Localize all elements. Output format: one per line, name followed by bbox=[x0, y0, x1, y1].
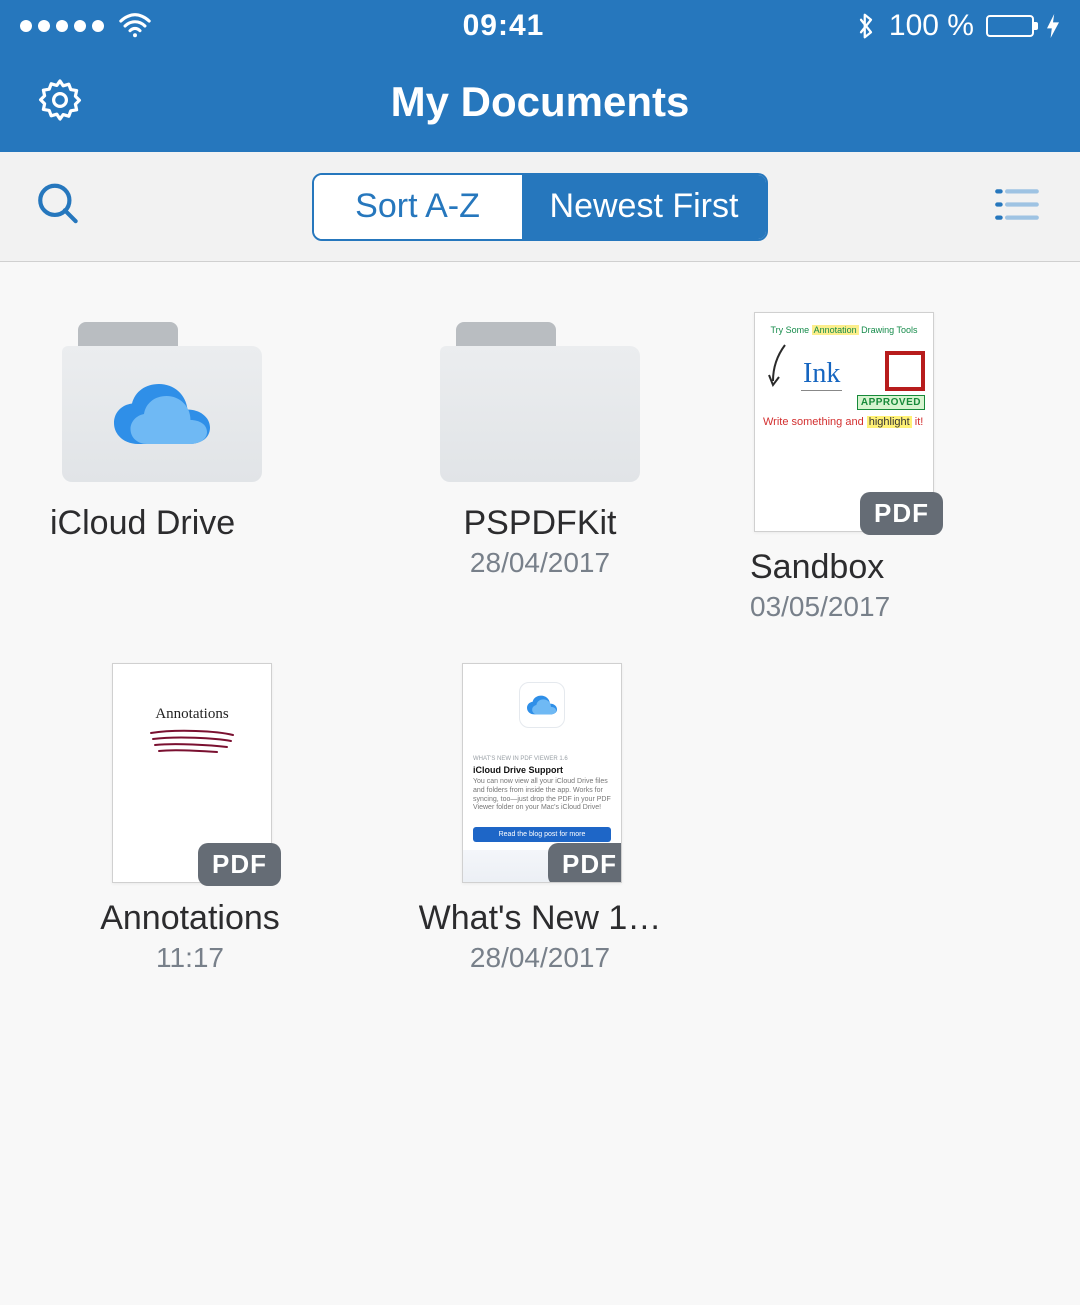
segment-sort-az[interactable]: Sort A-Z bbox=[314, 175, 522, 239]
page-title: My Documents bbox=[0, 78, 1080, 126]
thumb-cta-button: Read the blog post for more bbox=[473, 827, 611, 842]
document-thumbnail: WHAT'S NEW IN PDF VIEWER 1.6 iCloud Driv… bbox=[462, 663, 622, 883]
folder-icon bbox=[62, 322, 262, 482]
list-view-icon bbox=[994, 210, 1040, 227]
document-item-annotations[interactable]: Annotations PDF Annotations 11:17 bbox=[50, 663, 330, 974]
toolbar: Sort A-Z Newest First bbox=[0, 152, 1080, 262]
square-icon bbox=[885, 351, 925, 391]
pdf-badge: PDF bbox=[548, 843, 622, 883]
cloud-icon bbox=[519, 682, 565, 728]
folder-item-pspdfkit[interactable]: PSPDFKit 28/04/2017 bbox=[400, 312, 680, 623]
item-subtitle: 28/04/2017 bbox=[470, 547, 610, 579]
item-title: Annotations bbox=[100, 899, 280, 938]
status-bar: 09:41 100 % bbox=[0, 0, 1080, 52]
thumb-kicker: WHAT'S NEW IN PDF VIEWER 1.6 bbox=[473, 756, 611, 762]
item-title: Sandbox bbox=[750, 548, 884, 587]
document-item-sandbox[interactable]: Try Some Annotation Drawing Tools Ink AP… bbox=[750, 312, 1030, 623]
pdf-badge: PDF bbox=[860, 492, 943, 535]
bluetooth-icon bbox=[855, 11, 877, 41]
scribble-icon bbox=[147, 727, 237, 760]
document-thumbnail: Annotations PDF bbox=[112, 663, 272, 883]
documents-grid: iCloud Drive PSPDFKit 28/04/2017 Try Som… bbox=[50, 312, 1030, 974]
navigation-bar: My Documents bbox=[0, 52, 1080, 152]
status-right: 100 % bbox=[855, 9, 1060, 43]
charging-icon bbox=[1046, 14, 1060, 38]
thumb-ink-text: Ink bbox=[801, 358, 842, 391]
thumb-body: You can now view all your iCloud Drive f… bbox=[473, 778, 611, 813]
segment-newest-first[interactable]: Newest First bbox=[522, 175, 767, 239]
thumb-approved-stamp: APPROVED bbox=[857, 395, 925, 410]
sort-segmented-control: Sort A-Z Newest First bbox=[312, 173, 769, 241]
thumb-body-text: Write something and highlight it! bbox=[763, 416, 925, 430]
thumb-header: Try Some Annotation Drawing Tools bbox=[763, 325, 925, 335]
wifi-icon bbox=[118, 9, 152, 43]
folder-icon bbox=[440, 322, 640, 482]
status-left bbox=[20, 9, 152, 43]
item-title: PSPDFKit bbox=[463, 504, 616, 543]
item-title: iCloud Drive bbox=[50, 504, 235, 543]
item-subtitle: 03/05/2017 bbox=[750, 591, 890, 623]
battery-percent: 100 % bbox=[889, 9, 974, 43]
thumb-title: iCloud Drive Support bbox=[473, 765, 611, 775]
pdf-badge: PDF bbox=[198, 843, 281, 886]
status-time: 09:41 bbox=[463, 9, 545, 43]
search-button[interactable] bbox=[34, 179, 84, 234]
folder-item-icloud-drive[interactable]: iCloud Drive bbox=[50, 312, 330, 623]
item-subtitle: 11:17 bbox=[156, 942, 224, 974]
document-thumbnail: Try Some Annotation Drawing Tools Ink AP… bbox=[754, 312, 934, 532]
content-area: iCloud Drive PSPDFKit 28/04/2017 Try Som… bbox=[0, 262, 1080, 1305]
item-title: What's New 1… bbox=[419, 899, 662, 938]
cloud-icon bbox=[62, 382, 262, 446]
view-mode-button[interactable] bbox=[994, 185, 1040, 228]
battery-icon bbox=[986, 15, 1034, 37]
signal-strength-icon bbox=[20, 20, 104, 32]
document-item-whats-new[interactable]: WHAT'S NEW IN PDF VIEWER 1.6 iCloud Driv… bbox=[400, 663, 680, 974]
thumb-label: Annotations bbox=[155, 706, 228, 723]
search-icon bbox=[34, 216, 84, 233]
item-subtitle: 28/04/2017 bbox=[470, 942, 610, 974]
arrow-icon bbox=[763, 341, 793, 391]
